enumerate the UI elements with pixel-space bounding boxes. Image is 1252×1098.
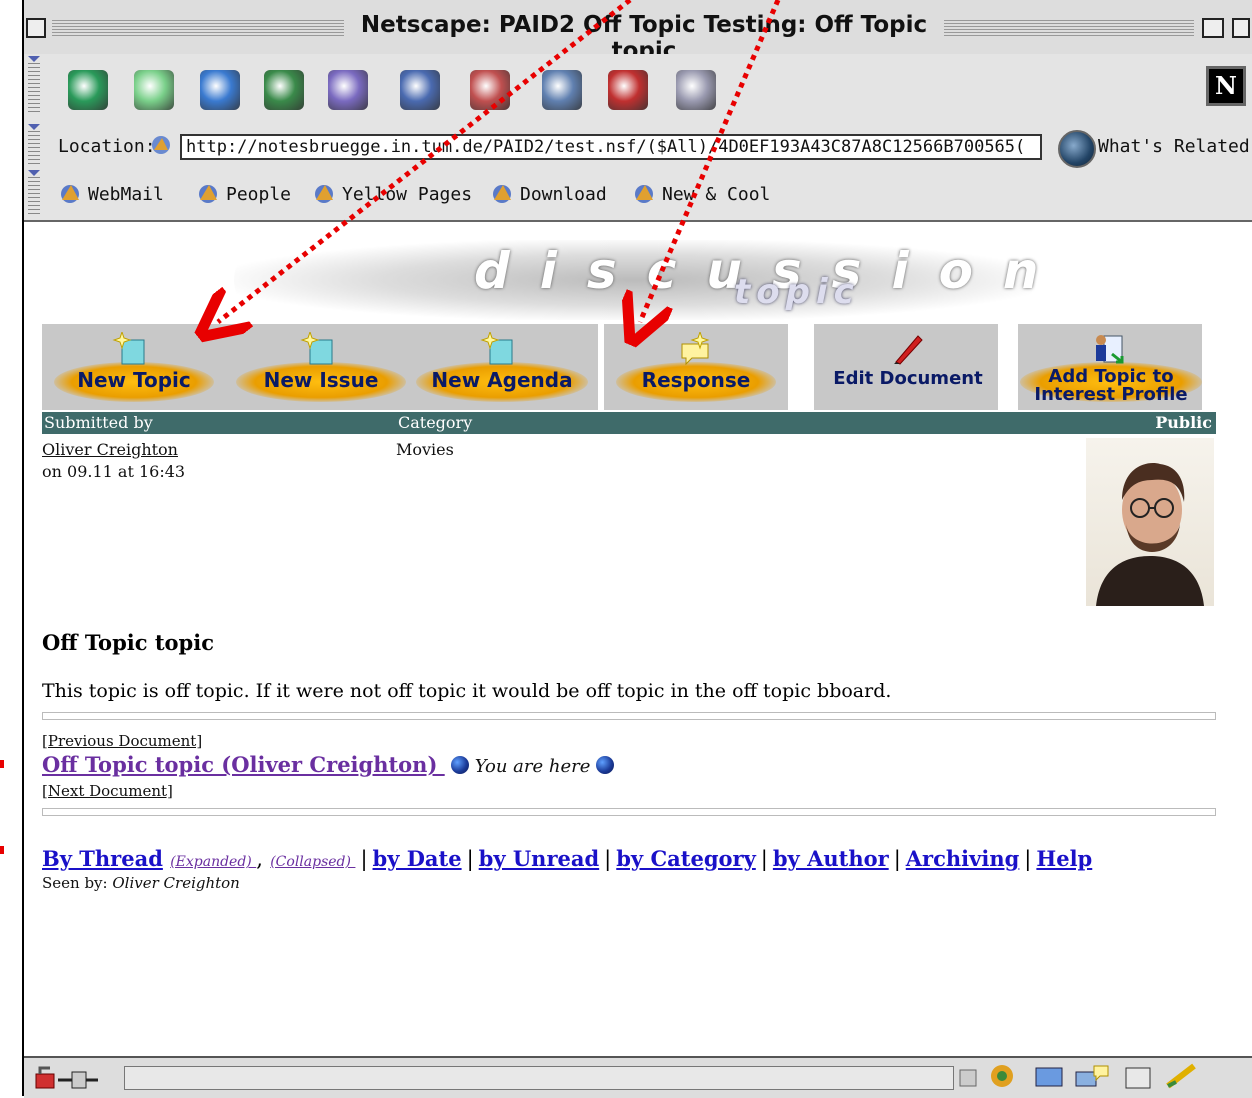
new-agenda-label: New Agenda	[431, 368, 573, 392]
add-to-interest-profile-button[interactable]: Add Topic to Interest Profile	[1020, 324, 1202, 410]
speech-bubble-icon	[681, 332, 710, 366]
close-box[interactable]	[26, 18, 46, 38]
by-category-link[interactable]: by Category	[616, 846, 756, 871]
response-label: Response	[641, 368, 751, 392]
location-label: Location:	[58, 136, 156, 157]
portrait-image	[1096, 463, 1204, 606]
title-bar[interactable]: Netscape: PAID2 Off Topic Testing: Off T…	[24, 0, 1252, 64]
zoom-box[interactable]	[1202, 18, 1224, 38]
yellow-pages-button[interactable]: Yellow Pages	[312, 182, 472, 205]
my-netscape-icon[interactable]	[400, 70, 440, 110]
browser-window: Netscape: PAID2 Off Topic Testing: Off T…	[22, 0, 1252, 1098]
banner-subtitle: topic	[734, 272, 860, 312]
forward-icon[interactable]	[134, 70, 174, 110]
webmail-button[interactable]: WebMail	[58, 182, 164, 205]
collapsed-link[interactable]: (Collapsed)	[270, 854, 355, 870]
bookmark-icon	[635, 185, 653, 203]
status-bar	[24, 1056, 1252, 1098]
edit-document-label: Edit Document	[833, 368, 983, 389]
images-icon[interactable]	[470, 70, 510, 110]
home-icon[interactable]	[264, 70, 304, 110]
toolbar-grip[interactable]	[28, 170, 40, 214]
netscape-logo[interactable]: N	[1206, 66, 1246, 106]
search-icon[interactable]	[328, 70, 368, 110]
page-content: discussion topic New Topic New Issue New…	[24, 222, 1252, 1056]
divider	[42, 808, 1216, 816]
location-input[interactable]: http://notesbruegge.in.tum.de/PAID2/test…	[180, 134, 1042, 160]
reload-icon[interactable]	[200, 70, 240, 110]
annotation-mark	[0, 846, 4, 854]
bookmark-icon	[315, 185, 333, 203]
bookmark-icon	[493, 185, 511, 203]
download-button[interactable]: Download	[490, 182, 607, 205]
new-document-icon	[300, 332, 333, 365]
bookmark-icon	[199, 185, 217, 203]
toolbar-grip[interactable]	[28, 56, 40, 114]
title-stripes	[944, 18, 1194, 38]
bookmark-icon[interactable]	[150, 134, 172, 156]
security-icon[interactable]	[608, 70, 648, 110]
new-issue-label: New Issue	[263, 368, 379, 392]
pen-icon	[894, 335, 923, 365]
toolbar-grip[interactable]	[28, 124, 40, 166]
whats-related-icon[interactable]	[1058, 130, 1096, 168]
marker-ball-icon	[450, 756, 469, 774]
add-topic-label: Add Topic to Interest Profile	[1034, 366, 1188, 405]
submitted-by-heading: Submitted by	[44, 413, 153, 432]
security-lock-icon[interactable]	[32, 1064, 122, 1090]
next-document-link[interactable]: [Next Document]	[42, 782, 173, 800]
stop-icon[interactable]	[676, 70, 716, 110]
navigation-toolbar: N	[24, 54, 1252, 125]
divider	[42, 712, 1216, 720]
new-and-cool-button[interactable]: New & Cool	[632, 182, 770, 205]
by-unread-link[interactable]: by Unread	[479, 846, 600, 871]
location-toolbar: Location: http://notesbruegge.in.tum.de/…	[24, 124, 1252, 171]
new-agenda-button[interactable]: New Agenda	[416, 324, 588, 410]
new-topic-label: New Topic	[77, 368, 191, 392]
you-are-here-label: You are here	[474, 756, 591, 777]
personal-toolbar: WebMail People Yellow Pages Download New…	[24, 170, 1252, 222]
people-button[interactable]: People	[196, 182, 291, 205]
seen-by-label: Seen by:	[42, 874, 113, 892]
view-navigation: By Thread (Expanded) , (Collapsed) | by D…	[42, 846, 1093, 871]
by-date-link[interactable]: by Date	[373, 846, 462, 871]
by-thread-link[interactable]: By Thread	[42, 846, 163, 871]
new-topic-button[interactable]: New Topic	[54, 324, 214, 410]
document-title: Off Topic topic	[42, 630, 214, 655]
whats-related-button[interactable]: What's Related	[1098, 136, 1250, 157]
collapse-box[interactable]	[1232, 18, 1250, 38]
by-author-link[interactable]: by Author	[773, 846, 889, 871]
document-header-bar: Submitted by Category Public	[42, 412, 1216, 434]
author-link[interactable]: Oliver Creighton	[42, 440, 178, 459]
current-document-row: Off Topic topic (Oliver Creighton) You a…	[42, 752, 620, 777]
back-icon[interactable]	[68, 70, 108, 110]
bookmark-icon	[61, 185, 79, 203]
annotation-mark	[0, 760, 4, 768]
title-stripes	[52, 18, 352, 38]
help-link[interactable]: Help	[1036, 846, 1092, 871]
new-document-icon	[112, 332, 145, 365]
component-bar[interactable]	[958, 1062, 1248, 1092]
print-icon[interactable]	[542, 70, 582, 110]
response-button[interactable]: Response	[616, 324, 776, 410]
author-photo	[1086, 438, 1214, 606]
status-message	[124, 1066, 954, 1090]
archiving-link[interactable]: Archiving	[906, 846, 1020, 871]
previous-document-link[interactable]: [Previous Document]	[42, 732, 202, 750]
category-heading: Category	[398, 413, 473, 432]
new-issue-button[interactable]: New Issue	[236, 324, 406, 410]
marker-ball-icon	[596, 756, 615, 774]
visibility-heading: Public	[1155, 413, 1212, 432]
expanded-link[interactable]: (Expanded)	[170, 854, 256, 870]
new-document-icon	[480, 332, 513, 365]
current-document-link[interactable]: Off Topic topic (Oliver Creighton)	[42, 752, 445, 777]
edit-document-button[interactable]: Edit Document	[822, 324, 994, 410]
seen-by-row: Seen by: Oliver Creighton	[42, 874, 240, 892]
seen-by-value: Oliver Creighton	[112, 874, 240, 892]
interest-profile-icon	[1096, 335, 1124, 364]
category-value: Movies	[396, 440, 454, 459]
document-body: This topic is off topic. If it were not …	[42, 680, 892, 702]
submitted-date: on 09.11 at 16:43	[42, 462, 186, 481]
